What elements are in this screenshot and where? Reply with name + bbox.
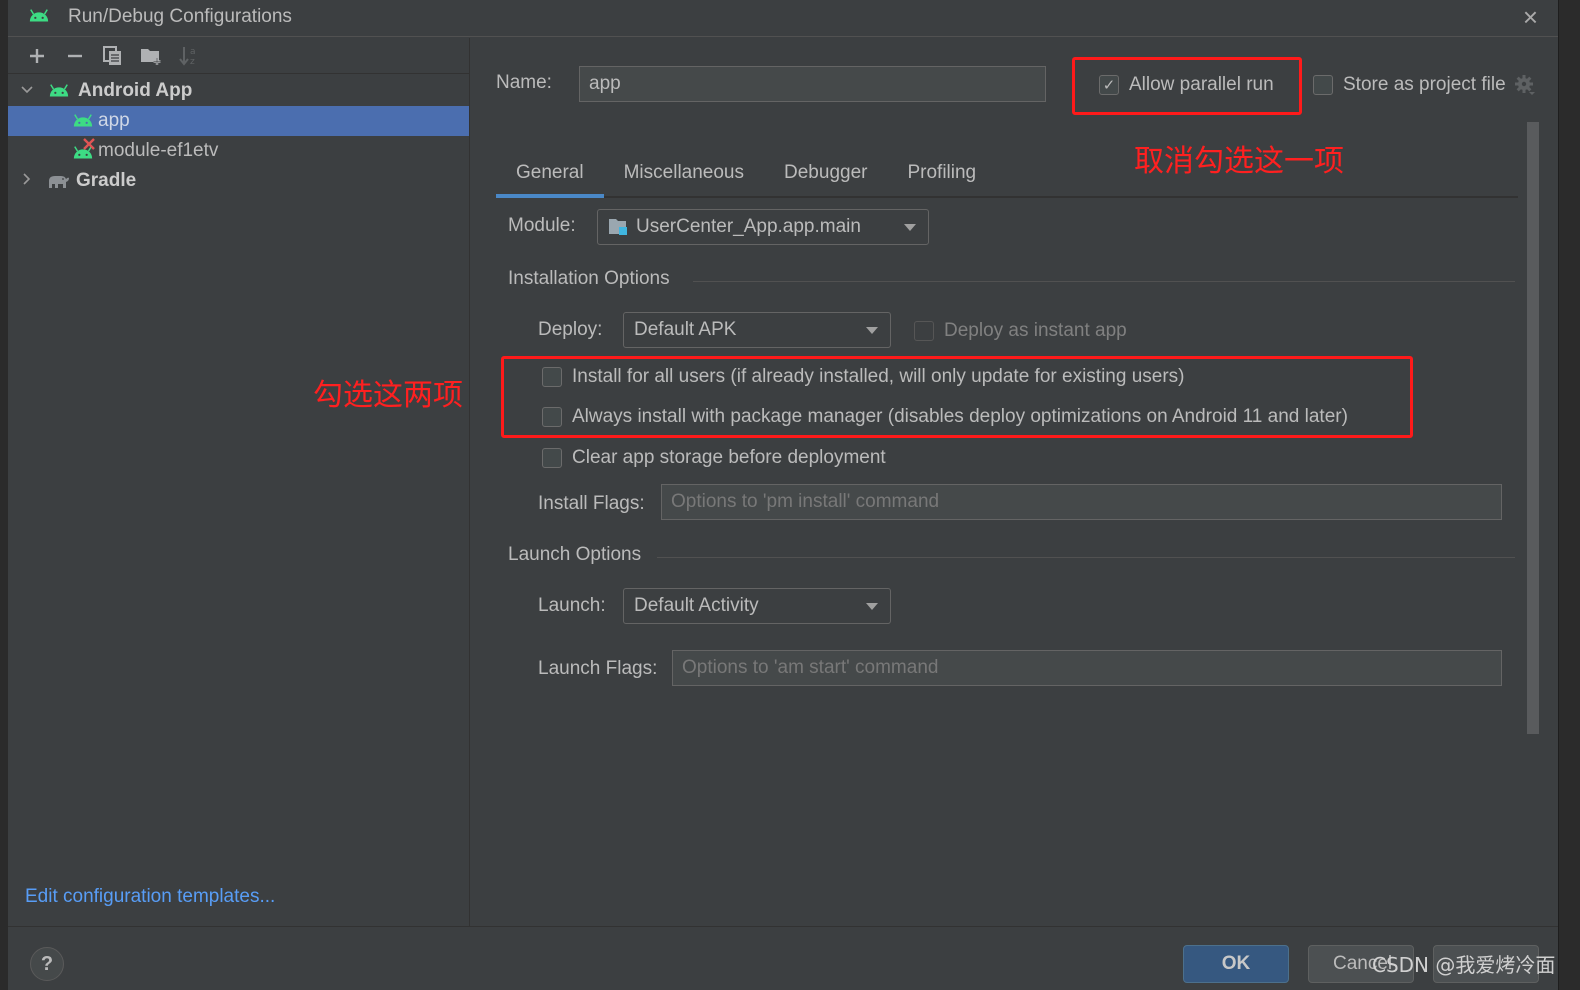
folder-add-icon <box>141 48 161 65</box>
help-button[interactable]: ? <box>30 947 64 981</box>
remove-button[interactable] <box>56 41 94 71</box>
annotation-check-note: 勾选这两项 <box>313 378 463 413</box>
android-error-icon <box>72 138 95 160</box>
csdn-watermark: CSDN @我爱烤冷面 <box>1372 953 1556 977</box>
dialog-button-bar: ? OK Cancel Apply <box>8 926 1558 990</box>
name-label: Name: <box>496 72 552 93</box>
launch-flags-input[interactable]: Options to 'am start' command <box>672 650 1502 686</box>
tab-miscellaneous[interactable]: Miscellaneous <box>604 150 764 196</box>
launch-flags-label: Launch Flags: <box>538 658 658 679</box>
checkbox-unchecked-icon[interactable] <box>542 448 562 468</box>
name-input[interactable]: app <box>579 66 1046 102</box>
section-divider <box>693 281 1515 282</box>
install-flags-label: Install Flags: <box>538 493 645 514</box>
launch-label: Launch: <box>538 595 606 616</box>
android-icon <box>29 9 49 22</box>
launch-options-title: Launch Options <box>508 544 642 565</box>
checkbox-unchecked-icon[interactable] <box>542 407 562 427</box>
tree-item-label: module-ef1etv <box>98 140 219 161</box>
run-debug-configurations-dialog: Run/Debug Configurations × az Android Ap… <box>8 0 1558 990</box>
tab-debugger[interactable]: Debugger <box>764 150 887 196</box>
plus-icon <box>30 48 44 63</box>
configurations-toolbar: az <box>8 38 469 74</box>
close-icon[interactable]: × <box>1523 4 1538 30</box>
dropdown-arrow-icon <box>866 603 878 610</box>
background-editor-strip-left <box>0 0 8 990</box>
checkbox-unchecked-icon[interactable] <box>1313 75 1333 95</box>
configurations-panel: az Android App app module-ef1etv Gradle … <box>8 38 470 926</box>
launch-select-value: Default Activity <box>634 595 759 616</box>
chevron-down-icon[interactable] <box>18 82 36 100</box>
tree-group-label: Gradle <box>76 170 137 191</box>
tree-group-label: Android App <box>78 80 193 101</box>
module-label: Module: <box>508 215 576 236</box>
svg-text:a: a <box>190 47 196 57</box>
dialog-title: Run/Debug Configurations <box>68 6 292 27</box>
deploy-select[interactable]: Default APK <box>623 312 891 348</box>
copy-icon <box>103 45 121 65</box>
svg-text:z: z <box>190 57 195 67</box>
annotation-box-parallel-run <box>1072 57 1302 115</box>
checkbox-label: Clear app storage before deployment <box>572 447 886 468</box>
installation-options-title: Installation Options <box>508 268 670 289</box>
module-select-value: UserCenter_App.app.main <box>636 216 861 237</box>
launch-select[interactable]: Default Activity <box>623 588 891 624</box>
tab-profiling[interactable]: Profiling <box>887 150 996 196</box>
vertical-scrollbar[interactable] <box>1527 122 1539 734</box>
android-icon <box>73 114 93 127</box>
title-bar: Run/Debug Configurations × <box>8 0 1558 37</box>
sort-button[interactable]: az <box>170 41 208 71</box>
tree-item-app[interactable]: app <box>8 106 469 136</box>
checkbox-label: Install for all users (if already instal… <box>572 366 1185 387</box>
tab-general[interactable]: General <box>496 150 604 198</box>
deploy-label: Deploy: <box>538 319 603 340</box>
copy-button[interactable] <box>94 41 132 71</box>
edit-configuration-templates-link[interactable]: Edit configuration templates... <box>25 886 275 908</box>
sort-alpha-icon: az <box>179 46 196 67</box>
error-x-icon <box>83 138 95 150</box>
tree-group-gradle[interactable]: Gradle <box>8 166 469 196</box>
deploy-select-value: Default APK <box>634 319 737 340</box>
always-install-package-manager-checkbox[interactable]: Always install with package manager (dis… <box>542 406 1348 428</box>
add-button[interactable] <box>18 41 56 71</box>
store-as-project-file-checkbox[interactable]: Store as project file <box>1313 74 1536 96</box>
checkbox-unchecked-icon[interactable] <box>914 321 934 341</box>
section-divider <box>657 557 1515 558</box>
background-editor-strip-right <box>1558 0 1580 990</box>
install-flags-input[interactable]: Options to 'pm install' command <box>661 484 1502 520</box>
configurations-tree: Android App app module-ef1etv Gradle <box>8 76 469 196</box>
new-folder-button[interactable] <box>132 41 170 71</box>
config-tabs: General Miscellaneous Debugger Profiling <box>496 150 1518 198</box>
gear-icon[interactable] <box>1514 74 1536 96</box>
tree-group-android-app[interactable]: Android App <box>8 76 469 106</box>
deploy-instant-app-checkbox[interactable]: Deploy as instant app <box>914 320 1127 342</box>
tree-item-module-ef1etv[interactable]: module-ef1etv <box>8 136 469 166</box>
dropdown-arrow-icon <box>904 224 916 231</box>
checkbox-label: Store as project file <box>1343 74 1506 95</box>
module-select[interactable]: UserCenter_App.app.main <box>597 209 929 245</box>
install-for-all-users-checkbox[interactable]: Install for all users (if already instal… <box>542 366 1185 388</box>
chevron-right-icon[interactable] <box>18 172 36 191</box>
checkbox-unchecked-icon[interactable] <box>542 367 562 387</box>
tree-item-label: app <box>98 110 130 131</box>
module-folder-icon <box>609 219 627 235</box>
checkbox-label: Always install with package manager (dis… <box>572 406 1348 427</box>
clear-app-storage-checkbox[interactable]: Clear app storage before deployment <box>542 447 886 469</box>
android-icon <box>49 84 69 97</box>
dropdown-arrow-icon <box>866 327 878 334</box>
ok-button[interactable]: OK <box>1183 945 1289 983</box>
checkbox-label: Deploy as instant app <box>944 320 1127 341</box>
configuration-editor: Name: app ✓ Allow parallel run 取消勾选这一项 S… <box>313 38 1558 926</box>
minus-icon <box>68 54 82 57</box>
gradle-elephant-icon <box>49 176 69 188</box>
